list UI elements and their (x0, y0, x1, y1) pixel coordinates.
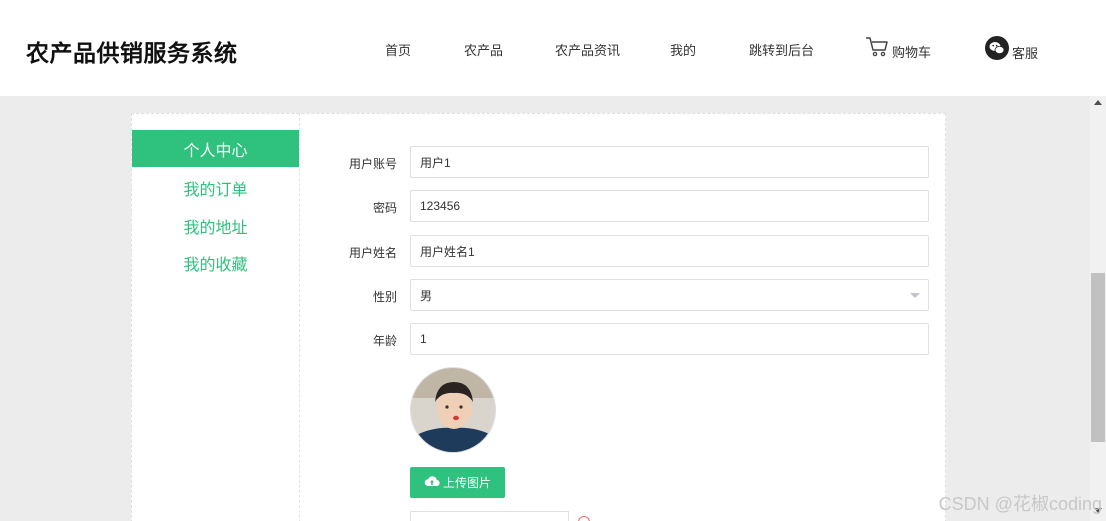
nav-news[interactable]: 农产品资讯 (555, 40, 620, 59)
nav-products[interactable]: 农产品 (464, 40, 503, 59)
sidebar-item-address[interactable]: 我的地址 (132, 214, 299, 238)
site-title: 农产品供销服务系统 (26, 40, 238, 66)
password-label: 密码 (372, 201, 397, 215)
name-value: 用户姓名1 (420, 244, 475, 259)
account-value: 用户1 (420, 155, 451, 170)
chevron-down-icon (910, 293, 920, 298)
scrollbar-top-strip (1090, 0, 1106, 96)
age-value: 1 (420, 332, 427, 346)
password-input[interactable]: 123456 (410, 190, 929, 222)
sidebar-divider (299, 113, 300, 521)
nav-service-label: 客服 (1012, 46, 1039, 61)
nav-cart[interactable]: 购物车 (865, 36, 931, 61)
gender-value: 男 (420, 288, 433, 303)
next-field-input[interactable] (410, 511, 569, 521)
scroll-up-arrow-icon[interactable] (1094, 100, 1102, 105)
upload-image-label: 上传图片 (442, 476, 491, 490)
nav-backend[interactable]: 跳转到后台 (749, 40, 814, 59)
watermark-text: CSDN @花椒coding (938, 494, 1102, 514)
nav-cart-label: 购物车 (892, 45, 932, 60)
nav-service[interactable]: 客服 (985, 36, 1038, 63)
age-label: 年龄 (372, 334, 397, 348)
shopping-cart-icon (865, 36, 889, 61)
account-label: 用户账号 (348, 157, 397, 171)
name-input[interactable]: 用户姓名1 (410, 235, 929, 267)
wechat-icon (985, 36, 1009, 63)
nav-home[interactable]: 首页 (385, 40, 411, 59)
sidebar-item-orders[interactable]: 我的订单 (132, 176, 299, 200)
gender-select[interactable]: 男 (410, 279, 929, 311)
upload-image-button[interactable]: 上传图片 (410, 467, 505, 498)
avatar[interactable] (410, 367, 496, 453)
age-input[interactable]: 1 (410, 323, 929, 355)
account-input[interactable]: 用户1 (410, 146, 929, 178)
scrollbar-thumb[interactable] (1091, 273, 1105, 442)
cloud-upload-icon (424, 475, 443, 490)
top-header: 农产品供销服务系统 首页 农产品 农产品资讯 我的 跳转到后台 购物车 客服 (0, 0, 1090, 96)
status-icon (578, 516, 590, 521)
page-scrollbar[interactable] (1090, 0, 1106, 521)
nav-mine[interactable]: 我的 (670, 40, 696, 59)
sidebar-item-profile[interactable]: 个人中心 (132, 130, 299, 167)
gender-label: 性别 (372, 290, 397, 304)
sidebar-item-favorites[interactable]: 我的收藏 (132, 251, 299, 275)
name-label: 用户姓名 (348, 246, 397, 260)
password-value: 123456 (420, 199, 461, 213)
